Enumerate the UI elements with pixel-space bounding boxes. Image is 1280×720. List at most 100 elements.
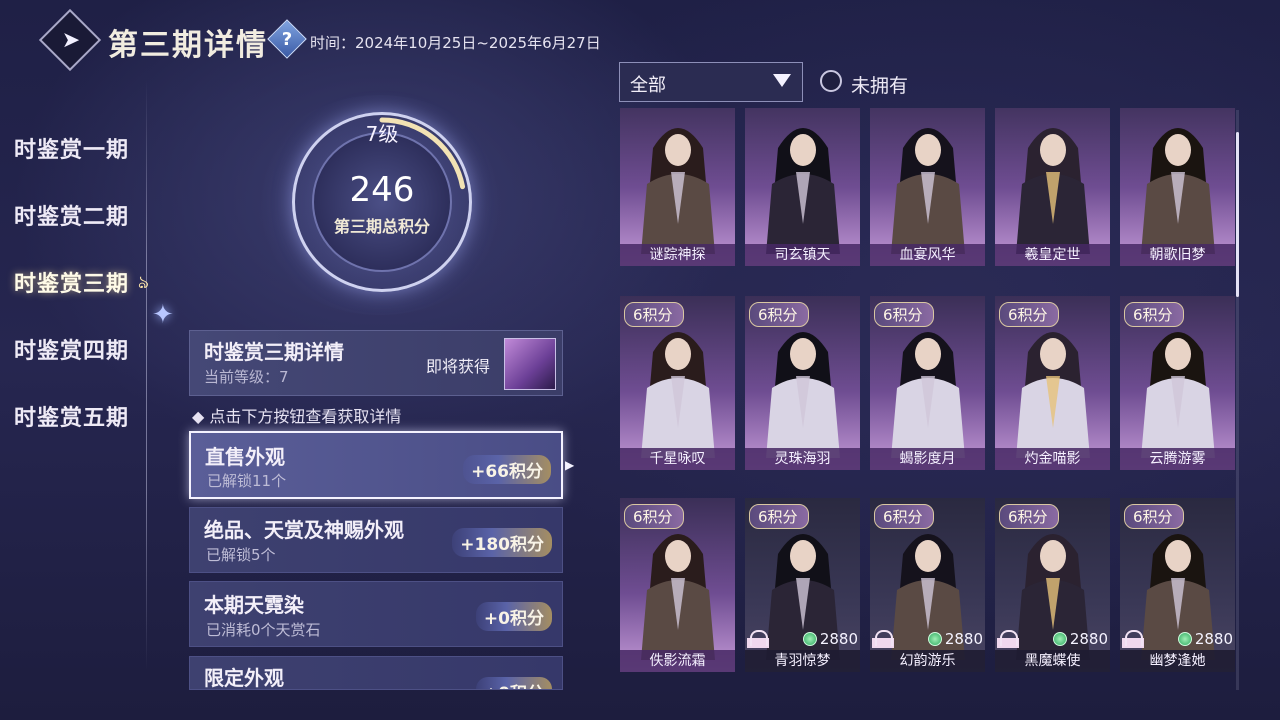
character-portrait [633,114,723,258]
outfit-card[interactable]: 6积分 2880 青羽惊梦 [745,498,860,672]
outfit-card[interactable]: 6积分灵珠海羽 [745,296,860,470]
level-label: 7级 [365,122,399,146]
lock-shackle [875,630,893,646]
outfit-name: 司玄镇天 [745,244,860,266]
points-badge: 6积分 [874,504,934,529]
period-time: 时间：2024年10月25日~2025年6月27日 [310,34,601,52]
outfit-name: 佚影流霜 [620,650,735,672]
category-row-limited[interactable]: 限定外观 +0积分 [189,656,563,690]
character-portrait [633,520,723,664]
unowned-label: 未拥有 [851,75,909,97]
category-subtitle: 已解锁11个 [207,472,287,490]
outfit-card[interactable]: 6积分云腾游雾 [1120,296,1235,470]
jade-currency-icon [802,632,817,646]
price-value: 2880 [1194,630,1233,648]
outfit-name: 青羽惊梦 [745,650,860,672]
outfit-card[interactable]: 6积分千星咏叹 [620,296,735,470]
nav-item-period-5[interactable]: 时鉴赏五期 [14,400,129,432]
outfit-card[interactable]: 6积分 2880 黑魔蝶使 [995,498,1110,672]
price-value: 2880 [1069,630,1108,648]
category-title: 直售外观 [205,445,285,469]
outfit-name: 千星咏叹 [620,448,735,470]
category-points: +180积分 [452,528,552,557]
category-title: 绝品、天赏及神赐外观 [204,518,404,542]
category-points: +0积分 [475,602,552,631]
category-subtitle: 已消耗0个天赏石 [206,621,321,639]
outfit-name: 谜踪神探 [620,244,735,266]
outfit-card[interactable]: 6积分 2880 幻韵游乐 [870,498,985,672]
points-badge: 6积分 [874,302,934,327]
character-portrait [633,318,723,462]
points-badge: 6积分 [624,504,684,529]
outfit-name: 灵珠海羽 [745,448,860,470]
jade-currency-icon [1052,632,1067,646]
character-portrait [1008,114,1098,258]
outfit-card[interactable]: 6积分灼金喵影 [995,296,1110,470]
outfit-card[interactable]: 血宴风华 [870,108,985,266]
upcoming-reward-label: 即将获得 [426,357,491,376]
points-badge: 6积分 [1124,504,1184,529]
category-row-direct-sale[interactable]: 直售外观 已解锁11个 +66积分 [189,431,563,499]
total-points-label: 第三期总积分 [333,217,430,236]
outfit-name: 黑魔蝶使 [995,650,1110,672]
outfit-name: 蝎影度月 [870,448,985,470]
points-badge: 6积分 [624,302,684,327]
outfit-price: 2880 [927,630,983,648]
outfit-card[interactable]: 6积分蝎影度月 [870,296,985,470]
outfit-name: 血宴风华 [870,244,985,266]
points-badge: 6积分 [999,302,1059,327]
outfit-card[interactable]: 司玄镇天 [745,108,860,266]
sparkle-icon: ✦ [152,300,174,330]
outfit-card[interactable]: 朝歌旧梦 [1120,108,1235,266]
filter-selected-value: 全部 [630,75,666,96]
outfit-name: 幻韵游乐 [870,650,985,672]
character-portrait [883,318,973,462]
back-arrow-icon: ➤ [61,27,81,53]
character-portrait [1133,318,1223,462]
category-title: 限定外观 [204,666,284,690]
nav-divider [146,80,147,670]
outfit-grid: 谜踪神探 司玄镇天 血宴风华 羲皇定世 朝歌旧梦 6积分 千星咏叹 6积分 灵珠海羽 6积分 蝎影度… [618,108,1238,688]
character-portrait [1133,114,1223,258]
category-subtitle: 已解锁5个 [206,546,276,564]
category-row-dye[interactable]: 本期天霓染 已消耗0个天赏石 +0积分 [189,581,563,647]
jade-currency-icon [927,632,942,646]
help-icon[interactable]: ? [273,25,301,53]
nav-item-period-1[interactable]: 时鉴赏一期 [14,132,129,164]
scrollbar-thumb[interactable] [1236,132,1239,297]
character-portrait [1008,318,1098,462]
category-points: +66积分 [463,455,551,484]
lock-shackle [1000,630,1018,646]
nav-item-period-3[interactable]: 时鉴赏三期 [14,266,129,298]
outfit-card[interactable]: 谜踪神探 [620,108,735,266]
outfit-card[interactable]: 6积分 2880 幽梦逢她 [1120,498,1235,672]
outfit-name: 幽梦逢她 [1120,650,1235,672]
category-points: +0积分 [475,677,552,689]
category-row-premium[interactable]: 绝品、天赏及神赐外观 已解锁5个 +180积分 [189,507,563,573]
page-title: 第三期详情 [108,28,268,63]
upcoming-reward-thumbnail[interactable] [504,338,556,390]
outfit-name: 灼金喵影 [995,448,1110,470]
outfit-card[interactable]: 6积分佚影流霜 [620,498,735,672]
lock-shackle [1125,630,1143,646]
points-badge: 6积分 [749,504,809,529]
nav-item-period-4[interactable]: 时鉴赏四期 [14,333,129,365]
price-value: 2880 [819,630,858,648]
nav-item-period-2[interactable]: 时鉴赏二期 [14,199,129,231]
hint-text: ◆ 点击下方按钮查看获取详情 [192,407,402,426]
active-marker-icon: ঌ [138,272,149,293]
lock-shackle [750,630,768,646]
chevron-down-icon[interactable] [773,74,791,87]
unowned-radio[interactable] [820,70,842,92]
outfit-price: 2880 [1177,630,1233,648]
outfit-price: 2880 [802,630,858,648]
category-title: 本期天霓染 [204,593,304,617]
selected-arrow-icon: ▶ [565,458,575,472]
points-badge: 6积分 [1124,302,1184,327]
points-badge: 6积分 [749,302,809,327]
period-detail-title: 时鉴赏三期详情 [204,340,344,364]
outfit-card[interactable]: 羲皇定世 [995,108,1110,266]
outfit-name: 云腾游雾 [1120,448,1235,470]
outfit-price: 2880 [1052,630,1108,648]
current-level: 当前等级：7 [204,368,289,386]
